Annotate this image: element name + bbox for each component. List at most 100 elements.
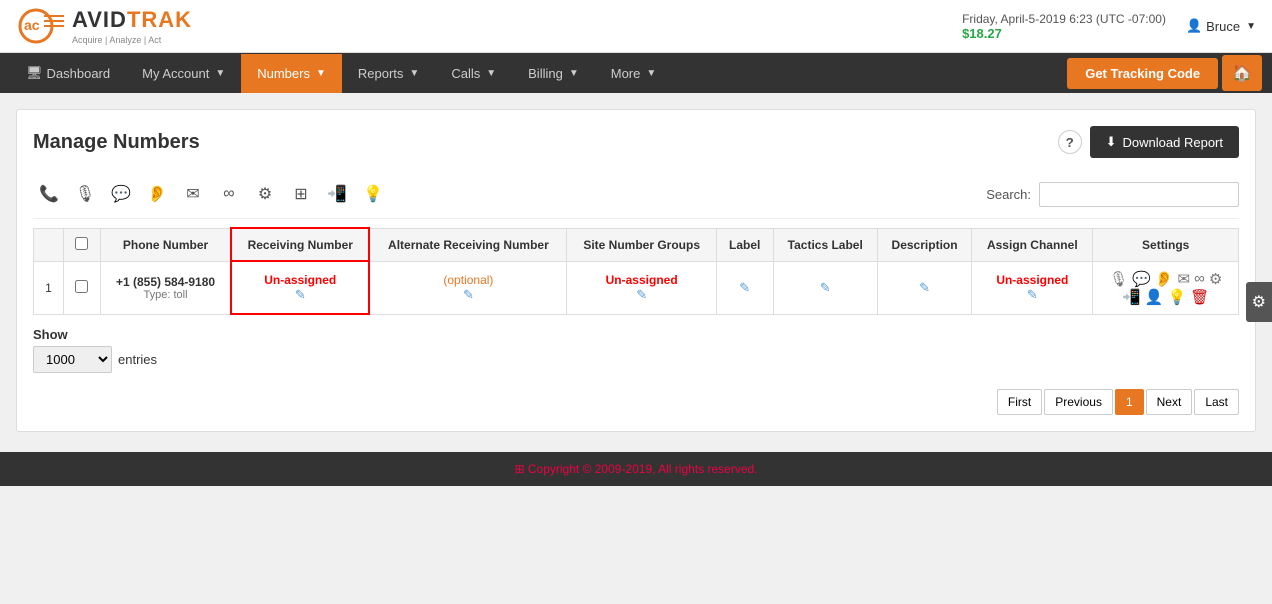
toolbar-infinity-icon[interactable]: ∞ (213, 178, 245, 210)
settings-person-icon[interactable]: 👤 (1145, 288, 1164, 306)
alternate-optional-label: (optional) (380, 273, 556, 287)
toolbar-chat-icon[interactable]: 💬 (105, 178, 137, 210)
nav-bar: 🖥 Dashboard My Account ▼ Numbers ▼ Repor… (0, 53, 1272, 93)
cart-icon-button[interactable]: 🏠 (1222, 55, 1262, 91)
site-groups-cell: Un-assigned ✎ (567, 261, 716, 314)
col-header-checkbox (64, 228, 101, 261)
alternate-edit-icon[interactable]: ✎ (463, 287, 474, 302)
tactics-label-cell: ✎ (773, 261, 877, 314)
download-report-button[interactable]: ⬇ Download Report (1090, 126, 1239, 158)
reports-caret: ▼ (409, 68, 419, 79)
phone-number-value: +1 (855) 584-9180 (111, 275, 220, 289)
receiving-edit-icon[interactable]: ✎ (295, 287, 306, 302)
nav-numbers-label: Numbers (257, 66, 310, 81)
nav-more[interactable]: More ▼ (595, 54, 673, 93)
main-content: Manage Numbers ? ⬇ Download Report 📞 🎙 💬… (16, 109, 1256, 432)
toolbar-search: Search: (986, 182, 1239, 207)
pagination-next[interactable]: Next (1146, 389, 1193, 415)
pagination-first[interactable]: First (997, 389, 1042, 415)
pagination-page-1[interactable]: 1 (1115, 389, 1144, 415)
numbers-table: Phone Number Receiving Number Alternate … (33, 227, 1239, 315)
show-label: Show (33, 327, 157, 342)
numbers-caret: ▼ (316, 68, 326, 79)
logo-area: ac AVIDTRAK Acquire | Analyze | Act (16, 6, 192, 46)
settings-delete-icon[interactable]: 🗑 (1190, 288, 1209, 306)
description-cell: ✎ (877, 261, 971, 314)
assign-channel-edit-icon[interactable]: ✎ (1027, 287, 1038, 302)
settings-infinity-icon[interactable]: ∞ (1194, 270, 1205, 288)
label-edit-icon[interactable]: ✎ (739, 280, 750, 295)
entries-select[interactable]: 10 25 50 100 250 500 1000 (33, 346, 112, 373)
footer-logo-icon: ⊞ (514, 462, 524, 476)
tactics-edit-icon[interactable]: ✎ (820, 280, 831, 295)
pagination-last[interactable]: Last (1194, 389, 1239, 415)
phone-number-cell: +1 (855) 584-9180 Type: toll (100, 261, 231, 314)
col-header-description: Description (877, 228, 971, 261)
settings-icons-row1: 🎙 💬 👂 ✉ ∞ ⚙ (1103, 270, 1228, 288)
col-header-phone-number: Phone Number (100, 228, 231, 261)
settings-gear-icon[interactable]: ⚙ (1209, 270, 1222, 288)
nav-billing-label: Billing (528, 66, 563, 81)
username: Bruce (1206, 19, 1240, 34)
nav-numbers[interactable]: Numbers ▼ (241, 54, 342, 93)
logo-icon: ac (16, 6, 66, 46)
receiving-unassigned-label: Un-assigned (242, 273, 358, 287)
receiving-number-cell: Un-assigned ✎ (231, 261, 369, 314)
header-right: ? ⬇ Download Report (1058, 126, 1239, 158)
user-menu[interactable]: 👤 Bruce ▼ (1186, 18, 1256, 34)
user-icon: 👤 (1186, 18, 1202, 34)
nav-reports[interactable]: Reports ▼ (342, 54, 435, 93)
toolbar-mic-icon[interactable]: 🎙 (69, 178, 101, 210)
settings-bulb-icon[interactable]: 💡 (1168, 288, 1187, 306)
col-header-label: Label (716, 228, 773, 261)
entries-label: entries (118, 352, 157, 367)
nav-more-label: More (611, 66, 641, 81)
content-header: Manage Numbers ? ⬇ Download Report (33, 126, 1239, 158)
settings-chat-icon[interactable]: 💬 (1132, 270, 1151, 288)
col-header-row-num (34, 228, 64, 261)
top-right-row: Friday, April-5-2019 6:23 (UTC -07:00) $… (962, 12, 1256, 41)
phone-type-value: Type: toll (111, 289, 220, 301)
settings-cell: 🎙 💬 👂 ✉ ∞ ⚙ 📲 👤 💡 🗑 (1093, 261, 1239, 314)
toolbar-ear-icon[interactable]: 👂 (141, 178, 173, 210)
site-edit-icon[interactable]: ✎ (636, 287, 647, 302)
site-unassigned-label: Un-assigned (577, 273, 705, 287)
nav-billing[interactable]: Billing ▼ (512, 54, 595, 93)
footer: ⊞ Copyright © 2009-2019, All rights rese… (0, 452, 1272, 486)
help-button[interactable]: ? (1058, 130, 1082, 154)
get-tracking-button[interactable]: Get Tracking Code (1067, 58, 1218, 89)
download-icon: ⬇ (1106, 134, 1117, 150)
logo-tagline: Acquire | Analyze | Act (72, 35, 192, 45)
side-gear-button[interactable]: ⚙ (1246, 282, 1272, 322)
settings-callerid-icon[interactable]: 📲 (1122, 288, 1141, 306)
calls-caret: ▼ (486, 68, 496, 79)
toolbar-grid-icon[interactable]: ⊞ (285, 178, 317, 210)
settings-email-icon[interactable]: ✉ (1178, 270, 1191, 288)
toolbar-phone-config-icon[interactable]: 📞 (33, 178, 65, 210)
nav-calls[interactable]: Calls ▼ (435, 54, 512, 93)
page-title: Manage Numbers (33, 131, 200, 154)
description-edit-icon[interactable]: ✎ (919, 280, 930, 295)
user-dropdown-caret: ▼ (1246, 21, 1256, 32)
select-all-checkbox[interactable] (75, 237, 88, 250)
settings-icons-row2: 📲 👤 💡 🗑 (1103, 288, 1228, 306)
datetime: Friday, April-5-2019 6:23 (UTC -07:00) (962, 12, 1166, 26)
row-select-checkbox[interactable] (75, 280, 88, 293)
search-input[interactable] (1039, 182, 1239, 207)
col-header-alternate: Alternate Receiving Number (369, 228, 567, 261)
nav-my-account[interactable]: My Account ▼ (126, 54, 241, 93)
toolbar-bulb-icon[interactable]: 💡 (357, 178, 389, 210)
assign-channel-unassigned: Un-assigned (982, 273, 1082, 287)
settings-mic-icon[interactable]: 🎙 (1109, 270, 1128, 288)
pagination-previous[interactable]: Previous (1044, 389, 1113, 415)
toolbar: 📞 🎙 💬 👂 ✉ ∞ ⚙ ⊞ 📲 💡 Search: (33, 170, 1239, 219)
col-header-tactics-label: Tactics Label (773, 228, 877, 261)
col-header-assign-channel: Assign Channel (972, 228, 1093, 261)
toolbar-email-icon[interactable]: ✉ (177, 178, 209, 210)
nav-dashboard[interactable]: 🖥 Dashboard (10, 53, 126, 93)
settings-ear-icon[interactable]: 👂 (1155, 270, 1174, 288)
row-number: 1 (34, 261, 64, 314)
toolbar-settings-icon[interactable]: ⚙ (249, 178, 281, 210)
footer-text: Copyright © 2009-2019, All rights reserv… (528, 462, 758, 476)
toolbar-caller-id-icon[interactable]: 📲 (321, 178, 353, 210)
